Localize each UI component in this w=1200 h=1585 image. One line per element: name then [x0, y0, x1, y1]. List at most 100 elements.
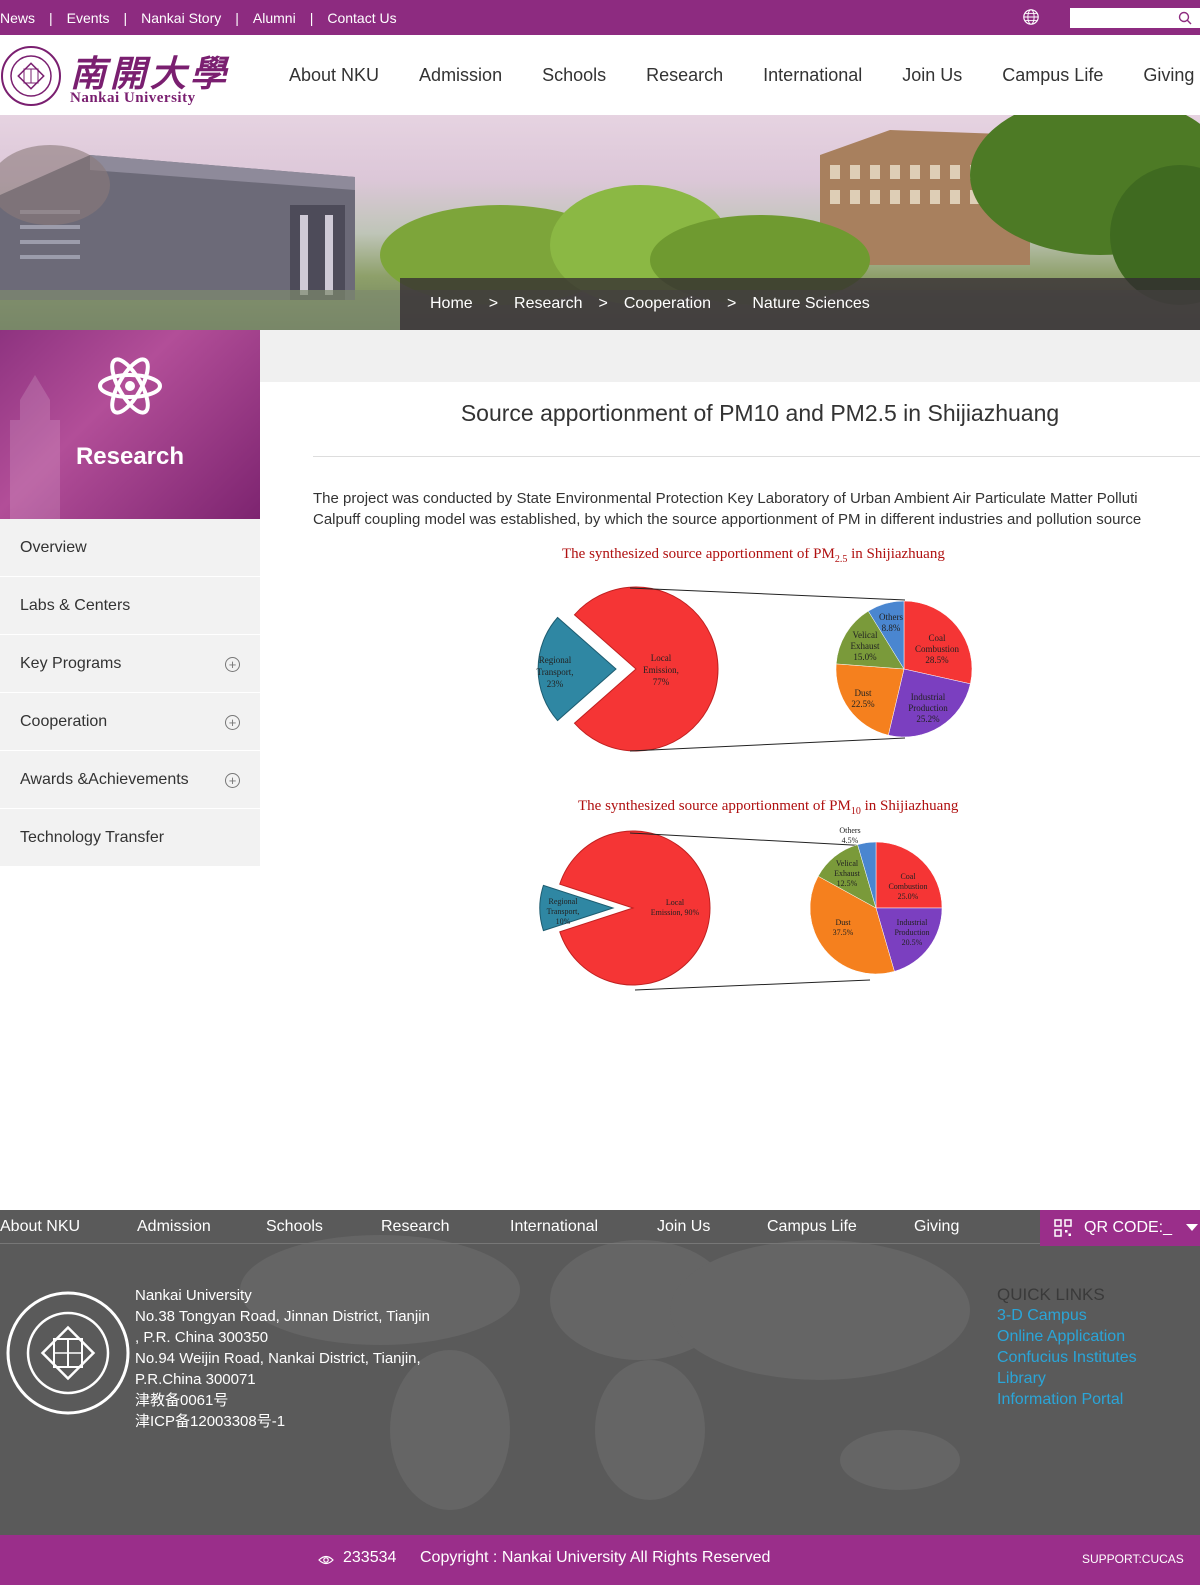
quick-link-3d-campus[interactable]: 3-D Campus	[997, 1305, 1137, 1326]
globe-icon[interactable]	[1022, 8, 1040, 26]
breadcrumb-nature-sciences[interactable]: Nature Sciences	[752, 295, 869, 313]
sidebar-item-label: Technology Transfer	[20, 828, 165, 846]
nav-giving[interactable]: Giving	[1143, 65, 1194, 86]
breadcrumb: Home > Research > Cooperation > Nature S…	[400, 278, 1200, 330]
footer-nav-join-us[interactable]: Join Us	[657, 1218, 710, 1236]
sidebar-item-label: Cooperation	[20, 712, 108, 730]
top-link-news[interactable]: News	[0, 10, 49, 26]
university-seal-emblem	[6, 1291, 130, 1415]
search-icon[interactable]	[1178, 11, 1192, 25]
breadcrumb-research[interactable]: Research	[514, 295, 582, 313]
nav-schools[interactable]: Schools	[542, 65, 606, 86]
header: 南開大學 Nankai University About NKU Admissi…	[0, 35, 1200, 115]
breadcrumb-separator: >	[488, 295, 499, 312]
others-label: Others 8.8%	[879, 612, 903, 633]
sidebar-item-label: Key Programs	[20, 654, 122, 672]
top-bar: News | Events | Nankai Story | Alumni | …	[0, 0, 1200, 35]
breadcrumb-separator: >	[727, 295, 737, 312]
vehicle-label: Velical Exhaust 15.0%	[851, 630, 880, 662]
sidebar-item-labs-centers[interactable]: Labs & Centers	[0, 577, 260, 635]
footer: About NKU Admission Schools Research Int…	[0, 1210, 1200, 1535]
expand-plus-icon[interactable]: +	[225, 715, 240, 730]
expand-plus-icon[interactable]: +	[225, 657, 240, 672]
top-links: News | Events | Nankai Story | Alumni | …	[0, 0, 411, 35]
separator: |	[123, 9, 128, 26]
qr-code-dropdown[interactable]: QR CODE:_	[1040, 1210, 1200, 1246]
detail-pie	[835, 600, 973, 738]
breadcrumb-home[interactable]: Home	[430, 295, 473, 313]
address-line: , P.R. China 300350	[135, 1329, 269, 1346]
address-line: 津ICP备12003308号-1	[135, 1413, 286, 1430]
sidebar-item-key-programs[interactable]: Key Programs +	[0, 635, 260, 693]
article-title: Source apportionment of PM10 and PM2.5 i…	[460, 400, 1060, 426]
sidebar-item-cooperation[interactable]: Cooperation +	[0, 693, 260, 751]
top-link-contact-us[interactable]: Contact Us	[327, 10, 410, 26]
eye-icon	[318, 1555, 334, 1565]
chart-title: The synthesized source apportionment of …	[562, 548, 945, 565]
sidebar-item-label: Overview	[20, 538, 87, 556]
article-body: The project was conducted by State Envir…	[313, 488, 1200, 530]
sidebar-item-awards-achievements[interactable]: Awards &Achievements +	[0, 751, 260, 809]
breadcrumb-separator: >	[598, 295, 608, 312]
separator: |	[49, 9, 53, 26]
footer-nav-schools[interactable]: Schools	[266, 1218, 323, 1236]
top-link-events[interactable]: Events	[67, 10, 124, 26]
caret-down-icon	[1186, 1224, 1199, 1231]
sidebar-item-technology-transfer[interactable]: Technology Transfer	[0, 809, 260, 867]
quick-link-confucius-institutes[interactable]: Confucius Institutes	[997, 1347, 1137, 1368]
quick-link-library[interactable]: Library	[997, 1368, 1137, 1389]
footer-nav-about-nku[interactable]: About NKU	[0, 1218, 80, 1236]
support-link[interactable]: SUPPORT:CUCAS	[1082, 1552, 1184, 1566]
nav-campus-life[interactable]: Campus Life	[1002, 65, 1103, 86]
footer-nav-campus-life[interactable]: Campus Life	[767, 1218, 857, 1236]
content-top-strip	[260, 330, 1200, 382]
footer-address: Nankai University No.38 Tongyan Road, Ji…	[135, 1285, 430, 1432]
connector-line	[634, 979, 871, 991]
nav-research[interactable]: Research	[646, 65, 723, 86]
vehicle-label: Velical Exhaust 12.5%	[834, 859, 861, 888]
nav-international[interactable]: International	[763, 65, 862, 86]
dust-label: Dust 37.5%	[833, 918, 854, 937]
qr-code-icon	[1054, 1219, 1072, 1237]
breadcrumb-cooperation[interactable]: Cooperation	[624, 295, 711, 313]
article-line: Calpuff coupling model was established, …	[313, 511, 1142, 528]
footer-nav-admission[interactable]: Admission	[137, 1218, 211, 1236]
top-link-alumni[interactable]: Alumni	[253, 10, 310, 26]
separator: |	[235, 9, 239, 26]
top-link-nankai-story[interactable]: Nankai Story	[141, 10, 235, 26]
separator: |	[309, 9, 314, 26]
footer-nav: About NKU Admission Schools Research Int…	[0, 1210, 1040, 1244]
address-line: Nankai University	[135, 1287, 252, 1304]
sidebar-item-label: Labs & Centers	[20, 596, 131, 614]
divider	[313, 456, 1200, 457]
address-line: No.38 Tongyan Road, Jinnan District, Tia…	[135, 1308, 430, 1325]
pm25-chart: The synthesized source apportionment of …	[537, 548, 973, 752]
campus-banner-image: Home > Research > Cooperation > Nature S…	[0, 115, 1200, 330]
sidebar-item-overview[interactable]: Overview	[0, 519, 260, 577]
quick-link-information-portal[interactable]: Information Portal	[997, 1389, 1137, 1410]
nav-join-us[interactable]: Join Us	[902, 65, 962, 86]
article-line: The project was conducted by State Envir…	[313, 490, 1138, 507]
quick-link-online-application[interactable]: Online Application	[997, 1326, 1137, 1347]
quick-links-title: QUICK LINKS	[997, 1285, 1105, 1304]
address-line: P.R.China 300071	[135, 1371, 256, 1388]
footer-nav-international[interactable]: International	[510, 1218, 598, 1236]
quick-links: QUICK LINKS 3-D Campus Online Applicatio…	[997, 1285, 1137, 1410]
nav-about-nku[interactable]: About NKU	[289, 65, 379, 86]
expand-plus-icon[interactable]: +	[225, 773, 240, 788]
sidebar-item-label: Awards &Achievements	[20, 770, 189, 788]
atom-icon	[98, 357, 162, 415]
university-seal-logo[interactable]	[0, 45, 62, 107]
footer-nav-giving[interactable]: Giving	[914, 1218, 959, 1236]
copyright-bar: 233534 Copyright : Nankai University All…	[0, 1535, 1200, 1585]
address-line: 津教备0061号	[135, 1392, 229, 1409]
chart-title: The synthesized source apportionment of …	[578, 800, 959, 817]
logo-english-name[interactable]: Nankai University	[70, 90, 196, 107]
nav-admission[interactable]: Admission	[419, 65, 502, 86]
pm10-chart: The synthesized source apportionment of …	[539, 800, 959, 991]
qr-code-label: QR CODE:_	[1084, 1219, 1173, 1236]
address-line: No.94 Weijin Road, Nankai District, Tian…	[135, 1350, 421, 1367]
sidebar-header: Research	[0, 330, 260, 519]
sidebar-menu: Overview Labs & Centers Key Programs + C…	[0, 519, 260, 867]
footer-nav-research[interactable]: Research	[381, 1218, 449, 1236]
